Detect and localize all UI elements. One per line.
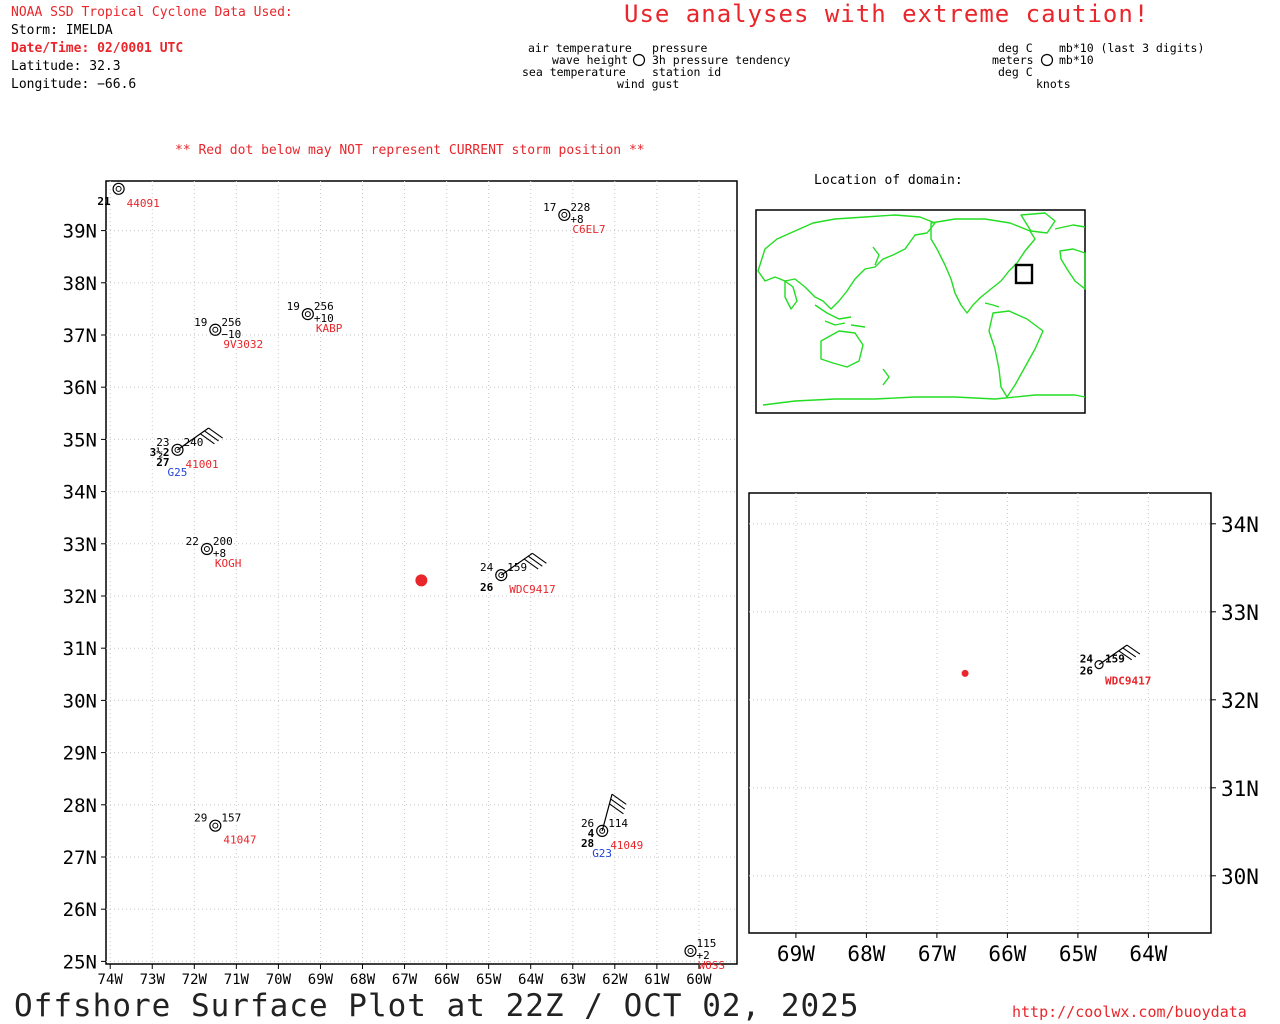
lon-label: 62W <box>602 972 628 988</box>
station-air-temp: 19 <box>194 316 207 329</box>
lon-label: 65W <box>476 972 502 988</box>
lat-label: 25N <box>63 951 97 973</box>
station-id-label: WDC9417 <box>509 583 555 596</box>
station-id-label: KABP <box>316 322 343 335</box>
station-sea-temp: 21 <box>97 195 111 208</box>
station-pressure: 114 <box>608 817 628 830</box>
lat-label: 30N <box>63 690 97 712</box>
lon-label: 64W <box>518 972 544 988</box>
station-id-label: WOSS <box>698 959 725 972</box>
plot-title: Offshore Surface Plot at 22Z / OCT 02, 2… <box>14 988 860 1024</box>
lon-label: 72W <box>182 972 208 988</box>
inset-station-id-label: WDC9417 <box>1105 675 1151 688</box>
legend-knots: knots <box>1036 77 1071 91</box>
world-locator-map <box>755 209 1086 414</box>
inset-lon-label: 65W <box>1059 942 1097 966</box>
lat-label: 39N <box>63 221 97 243</box>
lon-label: 73W <box>140 972 166 988</box>
lat-label: 33N <box>63 534 97 556</box>
lat-label: 34N <box>63 482 97 504</box>
inset-lon-label: 67W <box>918 942 956 966</box>
storm-datetime: Date/Time: 02/0001 UTC <box>11 41 184 56</box>
lat-label: 29N <box>63 743 97 765</box>
source-url-link[interactable]: http://coolwx.com/buoydata <box>1012 1003 1247 1021</box>
station-id-label: 41047 <box>223 834 256 847</box>
inset-station-pressure: 159 <box>1105 653 1125 666</box>
station-air-temp: 17 <box>543 201 556 214</box>
lat-label: 35N <box>63 429 97 451</box>
lon-label: 60W <box>686 972 712 988</box>
red-dot-disclaimer: ** Red dot below may NOT represent CURRE… <box>175 143 645 158</box>
legend-sea-temperature: sea temperature <box>522 65 626 79</box>
inset-storm-dot <box>961 669 969 677</box>
lon-label: 74W <box>98 972 124 988</box>
station-pressure: 240 <box>183 436 203 449</box>
legend-wind-gust: wind gust <box>617 77 680 91</box>
inset-lat-label: 33N <box>1221 601 1259 625</box>
station-id-label: KOGH <box>215 557 242 570</box>
storm-latitude: Latitude: 32.3 <box>11 59 121 74</box>
legend-deg-c-sea: deg C <box>998 65 1033 79</box>
main-surface-map: 39N 38N 37N 36N 35N 34N 33N 32N 31N 30N 29N 28N 27N 2… <box>63 180 738 988</box>
lon-label: 71W <box>224 972 250 988</box>
lat-label: 31N <box>63 638 97 660</box>
lat-label: 36N <box>63 377 97 399</box>
station-id-label: 41001 <box>185 458 218 471</box>
station-air-temp: 22 <box>186 535 199 548</box>
inset-lon-label: 64W <box>1129 942 1167 966</box>
inset-lat-label: 31N <box>1221 777 1259 801</box>
station-id-label: 41049 <box>610 839 643 852</box>
inset-lat-label: 32N <box>1221 689 1259 713</box>
inset-station-sea-temp: 26 <box>1080 665 1094 678</box>
lon-label: 61W <box>644 972 670 988</box>
station-air-temp: 19 <box>287 300 300 313</box>
station-pressure: 159 <box>507 561 527 574</box>
station-id-label: 9V3032 <box>223 338 263 351</box>
inset-lon-label: 66W <box>988 942 1026 966</box>
lon-label: 67W <box>392 972 418 988</box>
inset-lon-label: 68W <box>847 942 885 966</box>
station-wind-gust: G25 <box>167 466 187 479</box>
station-sea-temp: 26 <box>480 581 494 594</box>
inset-lat-label: 30N <box>1221 865 1259 889</box>
caution-warning: Use analyses with extreme caution! <box>624 0 1150 28</box>
station-id-label: C6EL7 <box>572 223 605 236</box>
legend-mb10: mb*10 <box>1059 53 1094 67</box>
station-air-temp: 29 <box>194 812 207 825</box>
lon-label: 68W <box>350 972 376 988</box>
station-pressure: 157 <box>221 812 241 825</box>
lat-label: 38N <box>63 273 97 295</box>
storm-position-dot <box>415 574 428 587</box>
lat-label: 32N <box>63 586 97 608</box>
lon-label: 69W <box>308 972 334 988</box>
data-source-label: NOAA SSD Tropical Cyclone Data Used: <box>11 5 293 20</box>
lon-label: 66W <box>434 972 460 988</box>
location-of-domain-label: Location of domain: <box>814 173 963 188</box>
inset-lon-label: 69W <box>777 942 815 966</box>
legend-units-circle-icon <box>1040 53 1054 67</box>
storm-name: Storm: IMELDA <box>11 23 113 38</box>
lat-label: 37N <box>63 325 97 347</box>
lon-label: 63W <box>560 972 586 988</box>
station-id-label: 44091 <box>127 197 160 210</box>
station-wind-gust: G23 <box>592 847 612 860</box>
storm-longitude: Longitude: −66.6 <box>11 77 137 92</box>
inset-map-frame <box>748 492 1212 934</box>
lon-label: 70W <box>266 972 292 988</box>
lat-label: 27N <box>63 847 97 869</box>
lat-label: 28N <box>63 795 97 817</box>
station-air-temp: 24 <box>480 561 494 574</box>
inset-zoom-map: 34N33N32N31N30N69W 68W 67W 66W 65W 64W24 15926… <box>748 492 1259 966</box>
inset-lat-label: 34N <box>1221 513 1259 537</box>
lat-label: 26N <box>63 899 97 921</box>
legend-station-circle-icon <box>632 53 646 67</box>
